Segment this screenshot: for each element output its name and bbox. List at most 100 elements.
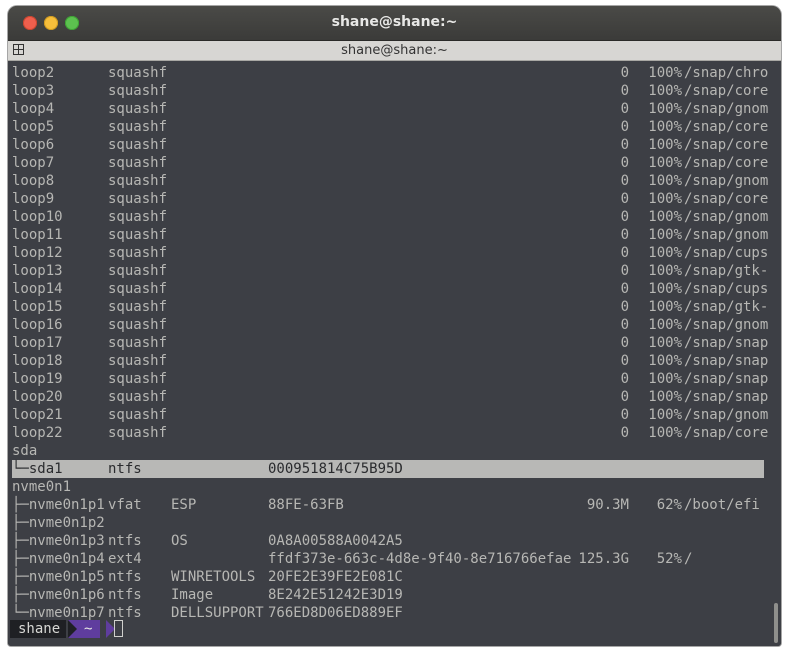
col-mount: /snap/core: [684, 119, 769, 135]
col-name: ├─nvme0n1p2: [12, 515, 105, 531]
col-use: 100%: [648, 101, 682, 117]
col-fs: squashf: [108, 335, 168, 351]
col-avail: 0: [620, 281, 629, 297]
col-mount: /snap/gnom: [684, 317, 769, 333]
col-avail: 90.3M: [586, 497, 629, 513]
col-use: 100%: [648, 317, 682, 333]
title-bar[interactable]: shane@shane:~: [8, 6, 781, 41]
terminal-output[interactable]: loop2 squashf 0 100%/snap/chro loop3 squashf 0…: [8, 61, 781, 646]
col-fs: squashf: [108, 227, 168, 243]
col-name: loop15: [12, 299, 63, 315]
output-line: loop12 squashf 0 100%/snap/cups: [12, 244, 768, 262]
col-label: WINRETOOLS: [171, 569, 256, 585]
col-use: 100%: [648, 173, 682, 189]
output-line: loop13 squashf 0 100%/snap/gtk-: [12, 262, 768, 280]
output-line: └─sda1 ntfs 000951814C75B95D: [12, 460, 764, 478]
col-mount: /snap/core: [684, 83, 769, 99]
col-fs: squashf: [108, 137, 168, 153]
tab-title[interactable]: shane@shane:~: [8, 43, 781, 58]
col-avail: 0: [620, 407, 629, 423]
col-avail: 0: [620, 245, 629, 261]
output-line: loop6 squashf 0 100%/snap/core: [12, 136, 768, 154]
text-cursor: [114, 620, 123, 637]
col-uuid: 88FE-63FB: [268, 497, 344, 513]
col-avail: 0: [620, 65, 629, 81]
output-line: ├─nvme0n1p3 ntfs OS 0A8A00588A0042A5: [12, 532, 764, 550]
col-uuid: 000951814C75B95D: [268, 461, 403, 477]
col-name: loop11: [12, 227, 63, 243]
col-mount: /snap/cups: [684, 281, 769, 297]
output-line: loop5 squashf 0 100%/snap/core: [12, 118, 768, 136]
col-fs: squashf: [108, 353, 168, 369]
output-line: loop15 squashf 0 100%/snap/gtk-: [12, 298, 768, 316]
col-avail: 0: [620, 227, 629, 243]
output-line: loop7 squashf 0 100%/snap/core: [12, 154, 768, 172]
col-mount: /snap/gnom: [684, 173, 769, 189]
col-mount: /snap/snap: [684, 389, 769, 405]
col-avail: 0: [620, 209, 629, 225]
col-name: ├─nvme0n1p5: [12, 569, 105, 585]
col-name: └─sda1: [12, 461, 63, 477]
col-mount: /snap/gtk-: [684, 263, 769, 279]
col-mount: /snap/gnom: [684, 227, 769, 243]
col-mount: /snap/snap: [684, 371, 769, 387]
output-line: loop18 squashf 0 100%/snap/snap: [12, 352, 768, 370]
col-use: 100%: [648, 137, 682, 153]
col-use: 100%: [648, 371, 682, 387]
prompt-user: shane: [10, 620, 67, 638]
output-line: nvme0n1: [12, 478, 764, 496]
col-use: 100%: [648, 227, 682, 243]
col-avail: 0: [620, 299, 629, 315]
col-fs: squashf: [108, 299, 168, 315]
col-fs: vfat: [108, 497, 142, 513]
col-avail: 0: [620, 191, 629, 207]
col-name: loop4: [12, 101, 55, 117]
col-name: loop8: [12, 173, 55, 189]
col-name: ├─nvme0n1p1: [12, 497, 105, 513]
col-uuid: 0A8A00588A0042A5: [268, 533, 403, 549]
col-name: loop14: [12, 281, 63, 297]
col-use: 100%: [648, 299, 682, 315]
col-fs: squashf: [108, 65, 168, 81]
col-avail: 0: [620, 137, 629, 153]
col-name: loop16: [12, 317, 63, 333]
col-mount: /snap/core: [684, 155, 769, 171]
col-mount: /snap/core: [684, 137, 769, 153]
col-mount: /snap/snap: [684, 335, 769, 351]
col-name: loop22: [12, 425, 63, 441]
col-fs: squashf: [108, 119, 168, 135]
col-use: 100%: [648, 83, 682, 99]
scrollbar[interactable]: [774, 603, 778, 643]
col-use: 100%: [648, 245, 682, 261]
col-name: loop7: [12, 155, 55, 171]
col-avail: 0: [620, 389, 629, 405]
output-line: loop22 squashf 0 100%/snap/core: [12, 424, 768, 442]
output-line: loop11 squashf 0 100%/snap/gnom: [12, 226, 768, 244]
col-fs: ntfs: [108, 533, 142, 549]
col-name: loop10: [12, 209, 63, 225]
col-name: loop9: [12, 191, 55, 207]
col-use: 100%: [648, 209, 682, 225]
col-avail: 0: [620, 317, 629, 333]
output-line: ├─nvme0n1p4 ext4 ffdf373e-663c-4d8e-9f40-8…: [12, 550, 764, 568]
col-uuid: 20FE2E39FE2E081C: [268, 569, 403, 585]
col-fs: ntfs: [108, 587, 142, 603]
col-uuid: 766ED8D06ED889EF: [268, 605, 403, 621]
col-name: loop17: [12, 335, 63, 351]
output-line: loop17 squashf 0 100%/snap/snap: [12, 334, 768, 352]
window-title: shane@shane:~: [331, 14, 458, 30]
col-fs: squashf: [108, 101, 168, 117]
col-mount: /snap/core: [684, 191, 769, 207]
col-name: ├─nvme0n1p6: [12, 587, 105, 603]
output-line: loop16 squashf 0 100%/snap/gnom: [12, 316, 768, 334]
col-name: loop3: [12, 83, 55, 99]
output-line: loop19 squashf 0 100%/snap/snap: [12, 370, 768, 388]
col-name: loop13: [12, 263, 63, 279]
output-line: loop4 squashf 0 100%/snap/gnom: [12, 100, 768, 118]
output-line: ├─nvme0n1p5 ntfs WINRETOOLS 20FE2E39FE2E081…: [12, 568, 764, 586]
terminal-window: shane@shane:~ shane@shane:~ loop2 squashf…: [8, 6, 781, 646]
output-line: loop8 squashf 0 100%/snap/gnom: [12, 172, 768, 190]
col-name: nvme0n1: [12, 479, 72, 495]
col-fs: squashf: [108, 281, 168, 297]
col-use: 100%: [648, 281, 682, 297]
